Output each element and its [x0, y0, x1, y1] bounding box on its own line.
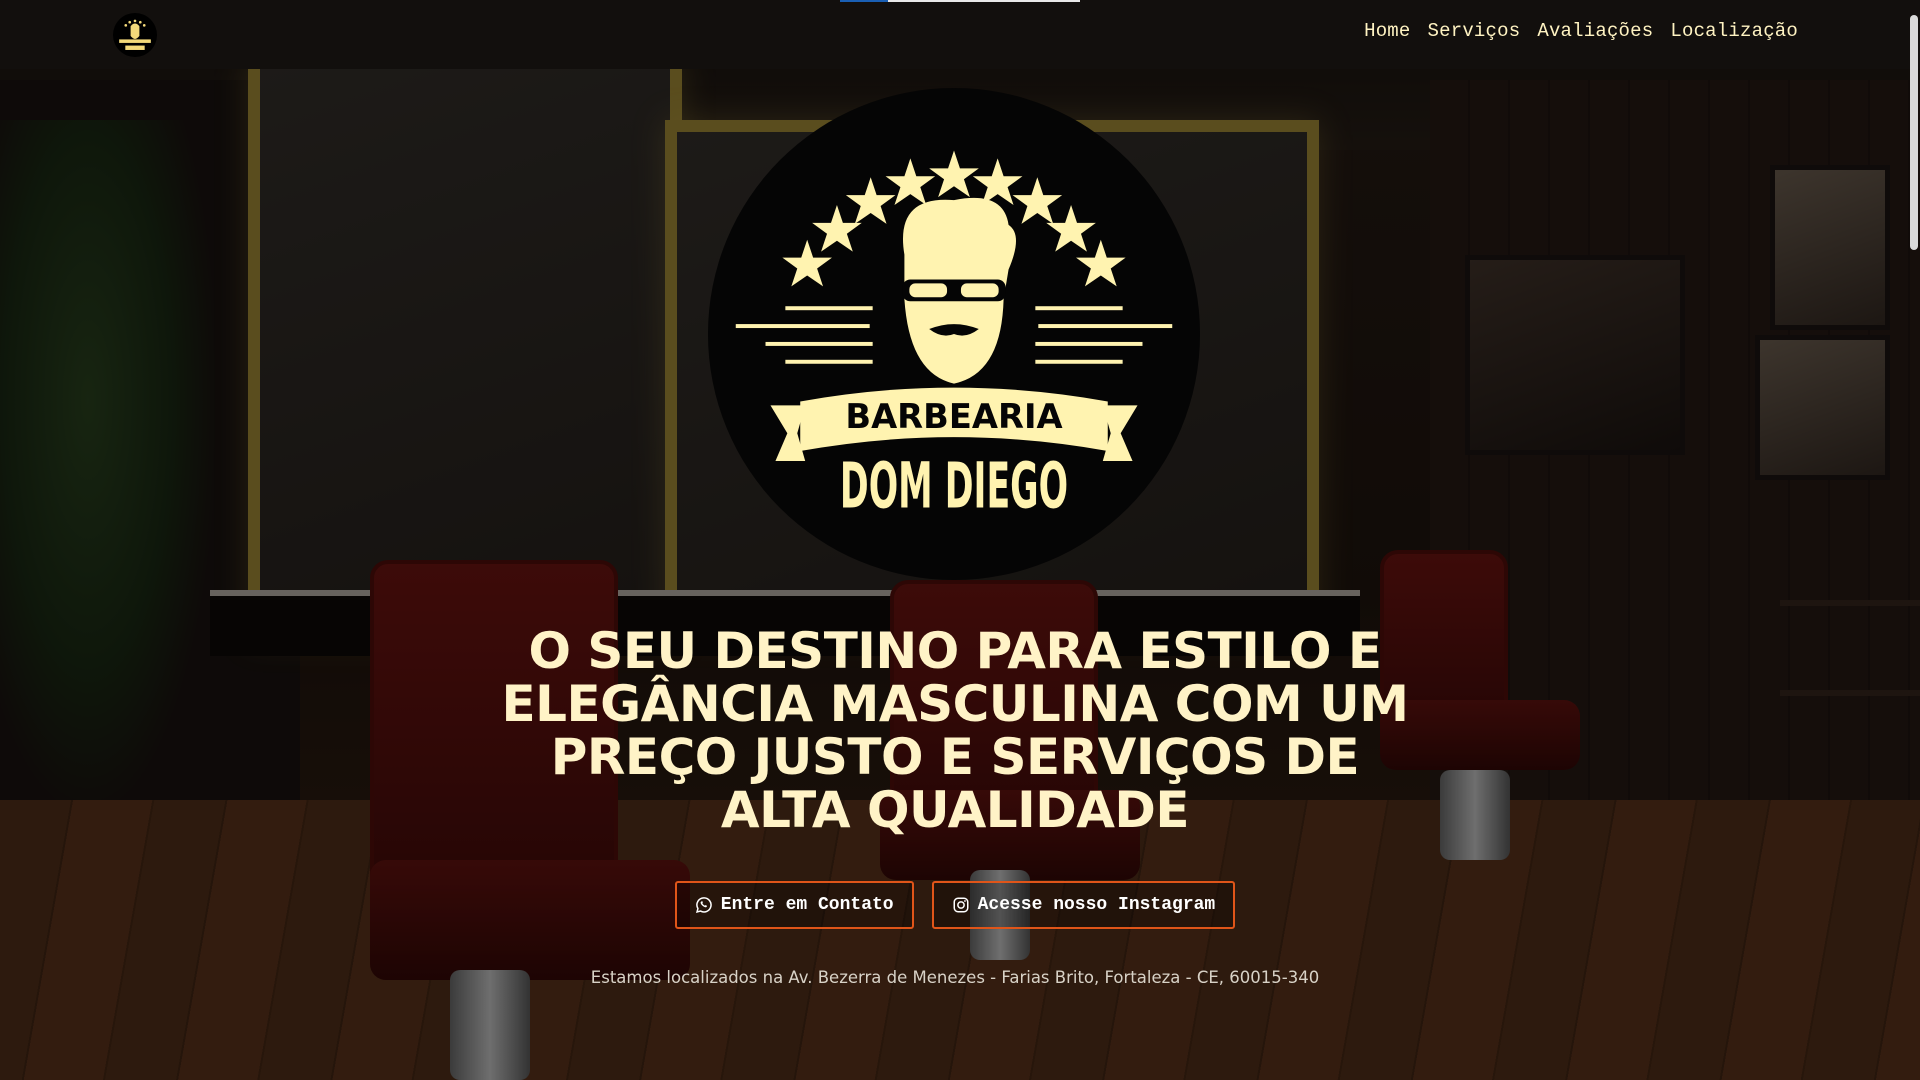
nav-link-home[interactable]: Home	[1364, 20, 1410, 42]
nav-link-servicos[interactable]: Serviços	[1428, 20, 1521, 42]
contact-button-label: Entre em Contato	[720, 895, 894, 915]
nav-logo[interactable]	[113, 13, 157, 57]
logo-bottom-text: DOM DIEGO	[840, 449, 1068, 523]
hero-logo: BARBEARIA DOM DIEGO	[706, 86, 1202, 582]
instagram-button-label: Acesse nosso Instagram	[977, 895, 1216, 915]
instagram-icon	[953, 897, 969, 913]
loading-indicator	[840, 0, 1080, 2]
barber-logo-icon: BARBEARIA DOM DIEGO	[707, 87, 1201, 581]
instagram-button[interactable]: Acesse nosso Instagram	[931, 881, 1236, 929]
scrollbar[interactable]	[1906, 0, 1920, 1080]
nav-link-localizacao[interactable]: Localização	[1670, 20, 1798, 42]
nav-links: Home Serviços Avaliações Localização	[1364, 20, 1798, 42]
contact-button[interactable]: Entre em Contato	[674, 881, 914, 929]
address-text: Estamos localizados na Av. Bezerra de Me…	[590, 968, 1320, 987]
barber-logo-icon	[113, 13, 157, 57]
navbar: Home Serviços Avaliações Localização	[0, 0, 1920, 69]
whatsapp-icon	[695, 897, 712, 914]
scrollbar-thumb[interactable]	[1910, 15, 1918, 250]
logo-top-text: BARBEARIA	[845, 397, 1062, 436]
hero-headline: O SEU DESTINO PARA ESTILO E ELEGÂNCIA MA…	[501, 622, 1409, 839]
nav-link-avaliacoes[interactable]: Avaliações	[1537, 20, 1653, 42]
hero-actions: Entre em Contato Acesse nosso Instagram	[0, 881, 1910, 929]
